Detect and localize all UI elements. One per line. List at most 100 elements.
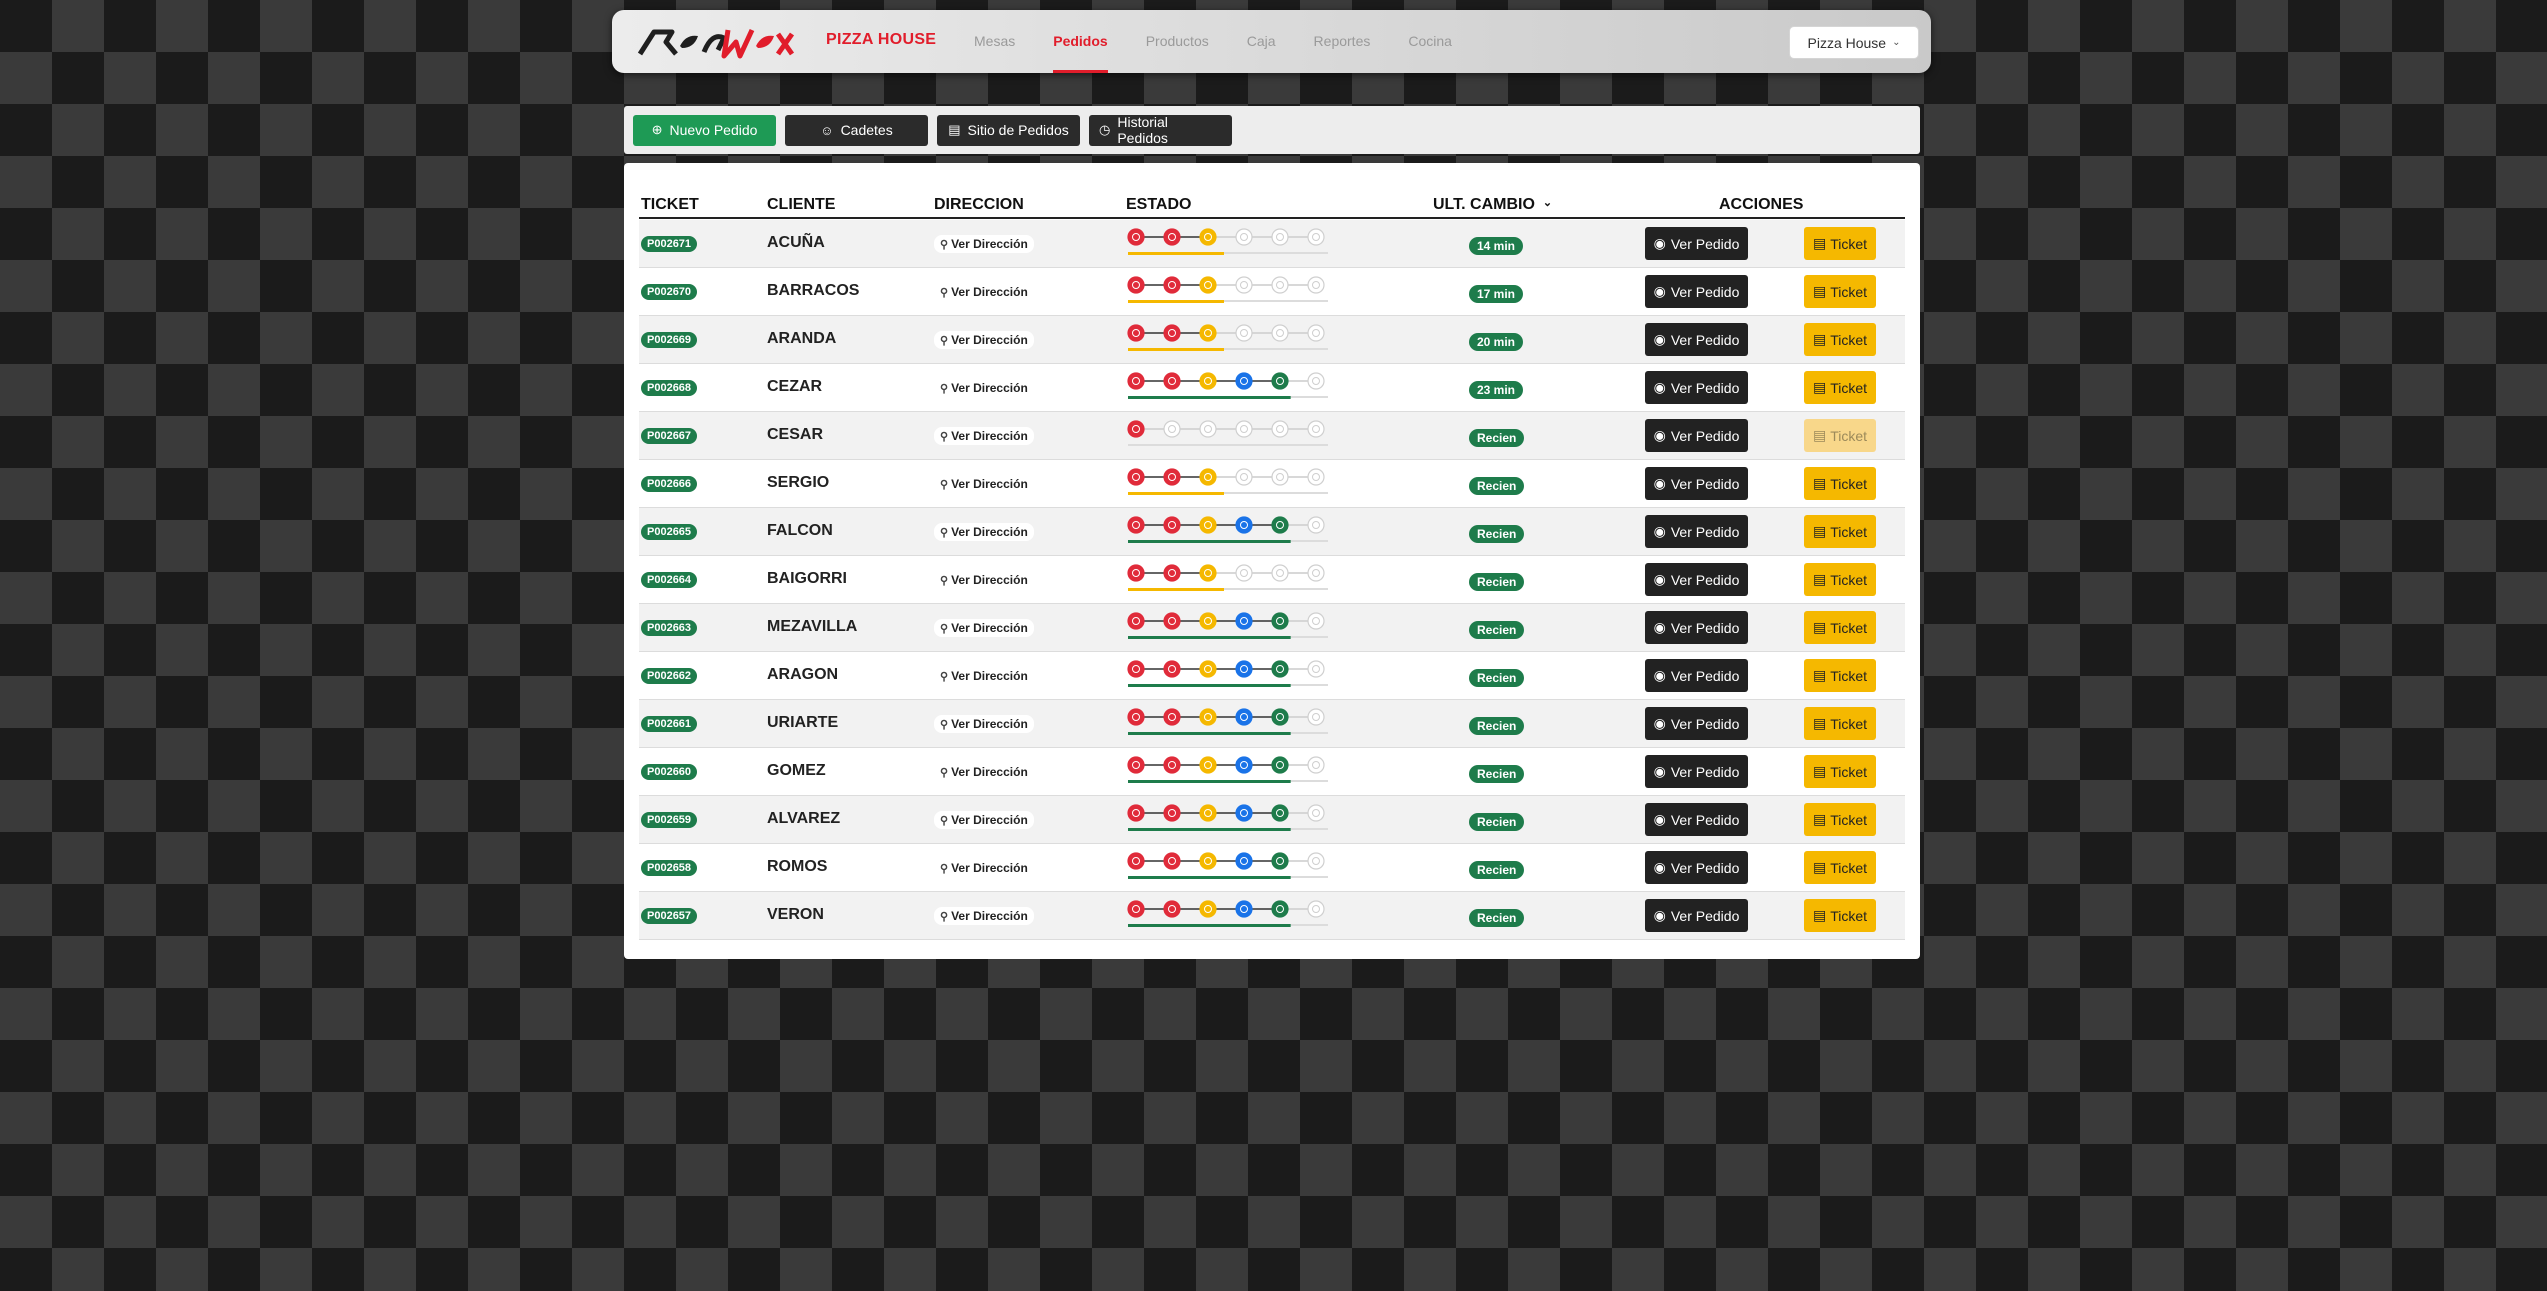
- nav-reportes[interactable]: Reportes: [1314, 10, 1371, 73]
- fire-icon: [1199, 516, 1217, 534]
- venue-dropdown[interactable]: Pizza House ⌄: [1789, 26, 1919, 59]
- print-ticket-button[interactable]: ▤ Ticket: [1804, 563, 1876, 596]
- view-order-button[interactable]: ◉ Ver Pedido: [1645, 851, 1748, 884]
- order-status-tracker: [1127, 228, 1328, 255]
- view-order-button[interactable]: ◉ Ver Pedido: [1645, 419, 1748, 452]
- order-status-tracker: [1127, 420, 1328, 446]
- ticket-badge: P002665: [641, 524, 698, 540]
- print-ticket-label: Ticket: [1830, 523, 1868, 540]
- print-ticket-button[interactable]: ▤ Ticket: [1804, 515, 1876, 548]
- view-order-button[interactable]: ◉ Ver Pedido: [1645, 803, 1748, 836]
- print-ticket-button[interactable]: ▤ Ticket: [1804, 611, 1876, 644]
- ticket-badge: P002671: [641, 236, 698, 252]
- view-order-button[interactable]: ◉ Ver Pedido: [1645, 659, 1748, 692]
- print-ticket-button[interactable]: ▤ Ticket: [1804, 227, 1876, 260]
- print-ticket-button[interactable]: ▤ Ticket: [1804, 899, 1876, 932]
- print-ticket-label: Ticket: [1830, 715, 1868, 732]
- new-order-button[interactable]: ⊕ Nuevo Pedido: [633, 114, 776, 146]
- view-address-link[interactable]: ⚲ Ver Dirección: [934, 571, 1034, 589]
- box-icon: [1235, 612, 1253, 630]
- nav-productos[interactable]: Productos: [1146, 10, 1209, 73]
- client-name: ROMOS: [767, 858, 828, 875]
- status-progress-fill: [1128, 348, 1224, 351]
- view-order-label: Ver Pedido: [1670, 235, 1740, 252]
- view-address-link[interactable]: ⚲ Ver Dirección: [934, 667, 1034, 685]
- table-row: P002668 CEZAR ⚲ Ver Dirección 23 min ◉ V…: [639, 364, 1905, 412]
- eye-icon: ◉: [1653, 475, 1666, 491]
- map-pin-icon: ⚲: [940, 622, 949, 635]
- print-ticket-button[interactable]: ▤ Ticket: [1804, 275, 1876, 308]
- order-history-button[interactable]: ◷ Historial Pedidos: [1089, 114, 1232, 146]
- view-address-link[interactable]: ⚲ Ver Dirección: [934, 907, 1034, 925]
- view-address-link[interactable]: ⚲ Ver Dirección: [934, 763, 1034, 781]
- delivery-truck-icon: [1271, 804, 1289, 822]
- print-ticket-button[interactable]: ▤ Ticket: [1804, 755, 1876, 788]
- print-ticket-label: Ticket: [1830, 571, 1868, 588]
- nav-mesas[interactable]: Mesas: [974, 10, 1015, 73]
- check-icon: [1307, 804, 1325, 822]
- view-address-link[interactable]: ⚲ Ver Dirección: [934, 235, 1034, 253]
- status-progress-fill: [1128, 492, 1224, 495]
- print-ticket-button[interactable]: ▤ Ticket: [1804, 659, 1876, 692]
- view-order-button[interactable]: ◉ Ver Pedido: [1645, 899, 1748, 932]
- nav-caja[interactable]: Caja: [1247, 10, 1276, 73]
- delivery-truck-icon: [1271, 324, 1289, 342]
- view-order-button[interactable]: ◉ Ver Pedido: [1645, 707, 1748, 740]
- view-address-link[interactable]: ⚲ Ver Dirección: [934, 715, 1034, 733]
- alert-icon: [1163, 468, 1181, 486]
- view-address-link[interactable]: ⚲ Ver Dirección: [934, 427, 1034, 445]
- view-order-button[interactable]: ◉ Ver Pedido: [1645, 275, 1748, 308]
- users-icon: ☺: [820, 122, 834, 138]
- view-order-button[interactable]: ◉ Ver Pedido: [1645, 323, 1748, 356]
- print-ticket-button[interactable]: ▤ Ticket: [1804, 707, 1876, 740]
- view-address-link[interactable]: ⚲ Ver Dirección: [934, 811, 1034, 829]
- view-address-link[interactable]: ⚲ Ver Dirección: [934, 379, 1034, 397]
- header-actions: ACCIONES: [1719, 196, 1804, 213]
- view-address-label: Ver Dirección: [951, 765, 1028, 779]
- view-address-link[interactable]: ⚲ Ver Dirección: [934, 859, 1034, 877]
- view-order-button[interactable]: ◉ Ver Pedido: [1645, 515, 1748, 548]
- box-icon: [1235, 372, 1253, 390]
- print-ticket-button[interactable]: ▤ Ticket: [1804, 371, 1876, 404]
- header-last-change[interactable]: ULT. CAMBIO ⌄: [1433, 196, 1552, 214]
- view-order-button[interactable]: ◉ Ver Pedido: [1645, 611, 1748, 644]
- alert-icon: [1163, 708, 1181, 726]
- view-order-button[interactable]: ◉ Ver Pedido: [1645, 467, 1748, 500]
- map-pin-icon: ⚲: [940, 814, 949, 827]
- view-address-link[interactable]: ⚲ Ver Dirección: [934, 283, 1034, 301]
- couriers-button[interactable]: ☺ Cadetes: [785, 114, 928, 146]
- clock-icon: [1127, 612, 1145, 630]
- fire-icon: [1199, 756, 1217, 774]
- view-address-link[interactable]: ⚲ Ver Dirección: [934, 475, 1034, 493]
- print-ticket-label: Ticket: [1830, 619, 1868, 636]
- nav-cocina[interactable]: Cocina: [1408, 10, 1452, 73]
- alert-icon: [1163, 516, 1181, 534]
- print-ticket-button[interactable]: ▤ Ticket: [1804, 323, 1876, 356]
- check-icon: [1307, 372, 1325, 390]
- ticket-badge: P002661: [641, 716, 698, 732]
- view-order-button[interactable]: ◉ Ver Pedido: [1645, 563, 1748, 596]
- nav-pedidos[interactable]: Pedidos: [1053, 10, 1109, 73]
- table-row: P002666 SERGIO ⚲ Ver Dirección Recien ◉ …: [639, 460, 1905, 508]
- alert-icon: [1163, 756, 1181, 774]
- view-address-link[interactable]: ⚲ Ver Dirección: [934, 331, 1034, 349]
- print-ticket-button[interactable]: ▤ Ticket: [1804, 803, 1876, 836]
- client-name: ACUÑA: [767, 234, 825, 251]
- view-address-link[interactable]: ⚲ Ver Dirección: [934, 523, 1034, 541]
- print-ticket-label: Ticket: [1830, 331, 1868, 348]
- view-order-button[interactable]: ◉ Ver Pedido: [1645, 227, 1748, 260]
- box-icon: [1235, 324, 1253, 342]
- elapsed-badge: 17 min: [1469, 285, 1524, 303]
- order-site-button[interactable]: ▤ Sitio de Pedidos: [937, 114, 1080, 146]
- print-ticket-button[interactable]: ▤ Ticket: [1804, 467, 1876, 500]
- fire-icon: [1199, 372, 1217, 390]
- view-address-label: Ver Dirección: [951, 573, 1028, 587]
- view-order-button[interactable]: ◉ Ver Pedido: [1645, 371, 1748, 404]
- print-ticket-button[interactable]: ▤ Ticket: [1804, 851, 1876, 884]
- elapsed-badge: Recien: [1469, 669, 1525, 687]
- restowex-logo[interactable]: [632, 24, 797, 60]
- print-ticket-button[interactable]: ▤ Ticket: [1804, 419, 1876, 452]
- view-address-link[interactable]: ⚲ Ver Dirección: [934, 619, 1034, 637]
- view-order-button[interactable]: ◉ Ver Pedido: [1645, 755, 1748, 788]
- delivery-truck-icon: [1271, 468, 1289, 486]
